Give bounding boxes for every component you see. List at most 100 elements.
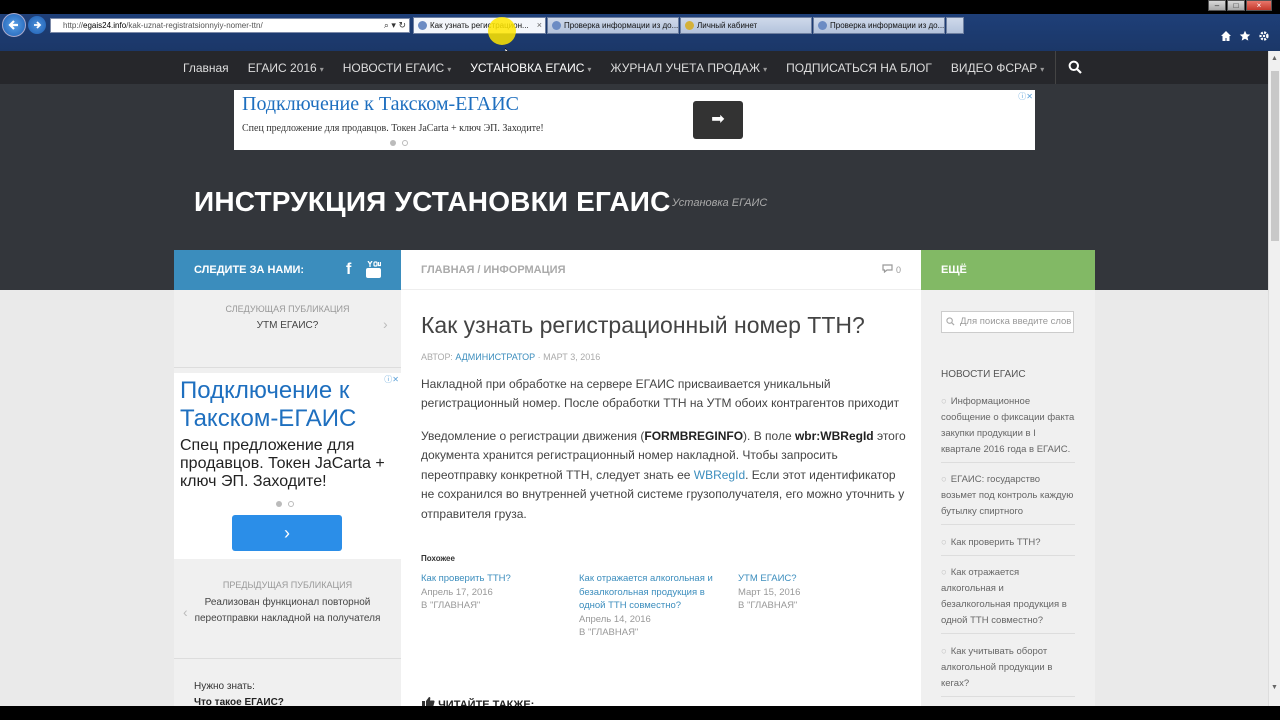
follow-label: СЛЕДИТЕ ЗА НАМИ: xyxy=(194,264,305,276)
tab-4[interactable]: Проверка информации из до... xyxy=(813,17,945,34)
nav-item-egais-2016[interactable]: ЕГАИС 2016 ▾ xyxy=(248,61,324,75)
scroll-thumb[interactable] xyxy=(1271,71,1279,241)
new-tab-button[interactable] xyxy=(946,17,964,34)
window-titlebar: – □ × xyxy=(0,0,1280,14)
ad-dot-active[interactable] xyxy=(390,140,396,146)
address-bar-icons[interactable]: ⌕ ▾ ↻ xyxy=(384,19,406,32)
chevron-left-icon[interactable]: ‹ xyxy=(183,604,188,620)
comments-number: 0 xyxy=(895,265,901,275)
nav-item-news[interactable]: НОВОСТИ ЕГАИС ▾ xyxy=(343,61,452,75)
previous-post[interactable]: ПРЕДЫДУЩАЯ ПУБЛИКАЦИЯ Реализован функцио… xyxy=(174,559,401,659)
breadcrumb-bar: ГЛАВНАЯ / ИНФОРМАЦИЯ 0 xyxy=(401,250,921,290)
para-bold: FORMBREGINFO xyxy=(644,429,744,443)
tab-2[interactable]: Проверка информации из до... xyxy=(547,17,679,34)
related-category: В "ГЛАВНАЯ" xyxy=(579,627,639,638)
nav-item-video[interactable]: ВИДЕО ФСРАР ▾ xyxy=(951,61,1044,75)
maximize-button[interactable]: □ xyxy=(1227,0,1245,11)
ad-arrow-button[interactable]: ➡ xyxy=(693,101,743,139)
site-navigation: Главная ЕГАИС 2016 ▾ НОВОСТИ ЕГАИС ▾ УСТАН… xyxy=(0,51,1268,84)
sidebar-search-input[interactable]: Для поиска введите слов xyxy=(941,311,1074,333)
nav-divider xyxy=(1055,51,1056,84)
favorites-star-icon[interactable] xyxy=(1239,30,1251,42)
side-ad-arrow-button[interactable]: › xyxy=(232,515,342,551)
related-link[interactable]: Как проверить ТТН? xyxy=(421,572,561,586)
top-advertisement[interactable]: Подключение к Такском-ЕГАИС Спец предлож… xyxy=(234,90,1035,150)
scroll-down-icon[interactable]: ▼ xyxy=(1271,684,1278,691)
settings-gear-icon[interactable] xyxy=(1258,30,1270,42)
comment-icon xyxy=(882,264,894,274)
prev-post-kicker: ПРЕДЫДУЩАЯ ПУБЛИКАЦИЯ xyxy=(222,580,353,590)
nav-item-sales-journal[interactable]: ЖУРНАЛ УЧЕТА ПРОДАЖ ▾ xyxy=(610,61,767,75)
author-link[interactable]: АДМИНИСТРАТОР xyxy=(455,352,535,362)
side-ad-title[interactable]: Подключение к Такском-ЕГАИС xyxy=(180,377,401,433)
next-post-link[interactable]: УТМ ЕГАИС? xyxy=(194,318,381,334)
related-link[interactable]: УТМ ЕГАИС? xyxy=(738,572,878,586)
favicon-icon xyxy=(685,21,694,30)
related-item: Как отражается алкогольная и безалкоголь… xyxy=(579,572,719,640)
facebook-icon[interactable]: f xyxy=(346,261,351,279)
tab-3[interactable]: Личный кабинет xyxy=(680,17,812,34)
related-date: Апрель 14, 2016 xyxy=(579,613,651,625)
address-bar[interactable]: http://egais24.info/kak-uznat-registrats… xyxy=(50,18,410,33)
nav-item-label: ЕГАИС 2016 xyxy=(247,60,317,75)
adchoices-icon[interactable]: ⓘ✕ xyxy=(384,374,399,385)
related-date: Март 15, 2016 xyxy=(738,586,801,598)
nav-menu: Главная ЕГАИС 2016 ▾ НОВОСТИ ЕГАИС ▾ УСТАН… xyxy=(183,51,1044,84)
page-scrollbar[interactable]: ▲ ▼ xyxy=(1268,51,1280,706)
youtube-icon[interactable] xyxy=(366,261,381,278)
circle-bullet-icon: ○ xyxy=(941,474,947,485)
ad-dot-active[interactable] xyxy=(276,501,282,507)
news-item[interactable]: ○ Как проверить ТТН? xyxy=(941,535,1075,556)
back-button[interactable] xyxy=(2,13,26,37)
nav-item-label: ЖУРНАЛ УЧЕТА ПРОДАЖ xyxy=(610,60,761,75)
prev-post-link[interactable]: Реализован функционал повторной переотпр… xyxy=(194,595,381,627)
search-placeholder: Для поиска введите слов xyxy=(960,316,1072,327)
chevron-right-icon[interactable]: › xyxy=(383,316,388,332)
minimize-button[interactable]: – xyxy=(1208,0,1226,11)
nav-item-label: УСТАНОВКА ЕГАИС xyxy=(470,60,585,75)
related-link[interactable]: Как отражается алкогольная и безалкоголь… xyxy=(579,572,719,613)
news-item[interactable]: ○ Информационное сообщение о фиксации фак… xyxy=(941,394,1075,463)
more-label: ЕЩЁ xyxy=(941,264,967,276)
chevron-down-icon: ▾ xyxy=(447,64,452,74)
tab-active[interactable]: Как узнать регистрацион... × xyxy=(413,17,546,34)
search-icon[interactable] xyxy=(1068,60,1082,74)
breadcrumb[interactable]: ГЛАВНАЯ / ИНФОРМАЦИЯ xyxy=(421,264,565,276)
news-item[interactable]: ○ ЕГАИС: государство возьмет под контроль… xyxy=(941,472,1075,525)
news-item[interactable]: ○ Как учитывать оборот алкогольной продук… xyxy=(941,644,1075,697)
back-arrow-icon xyxy=(8,20,18,30)
tab-close-icon[interactable]: × xyxy=(537,18,542,33)
nav-item-home[interactable]: Главная xyxy=(183,61,229,75)
nav-item-label: ПОДПИСАТЬСЯ НА БЛОГ xyxy=(786,60,932,75)
news-link[interactable]: ЕГАИС: государство возьмет под контроль … xyxy=(941,474,1073,517)
ad-pagination xyxy=(390,140,408,146)
news-link[interactable]: Как учитывать оборот алкогольной продукц… xyxy=(941,646,1052,689)
site-title[interactable]: ИНСТРУКЦИЯ УСТАНОВКИ ЕГАИС xyxy=(194,186,671,218)
news-link[interactable]: Информационное сообщение о фиксации факт… xyxy=(941,396,1074,455)
wbregid-link[interactable]: WBRegId xyxy=(694,468,745,482)
ad-title[interactable]: Подключение к Такском-ЕГАИС xyxy=(242,93,519,116)
circle-bullet-icon: ○ xyxy=(941,567,947,578)
news-link[interactable]: Как отражается алкогольная и безалкоголь… xyxy=(941,567,1067,626)
home-icon[interactable] xyxy=(1220,30,1232,42)
left-sidebar: СЛЕДИТЕ ЗА НАМИ: f СЛЕДУЮЩАЯ ПУБЛИКАЦИЯ … xyxy=(174,250,401,708)
scroll-up-icon[interactable]: ▲ xyxy=(1271,55,1278,62)
nav-item-install[interactable]: УСТАНОВКА ЕГАИС ▾ xyxy=(470,61,591,75)
side-ad-pagination xyxy=(276,501,294,507)
forward-button[interactable] xyxy=(28,16,46,34)
adchoices-icon[interactable]: ⓘ✕ xyxy=(1018,91,1033,102)
more-bar: ЕЩЁ xyxy=(921,250,1095,290)
news-link[interactable]: Как проверить ТТН? xyxy=(951,537,1041,548)
nav-item-subscribe[interactable]: ПОДПИСАТЬСЯ НА БЛОГ xyxy=(786,61,932,75)
ad-dot[interactable] xyxy=(402,140,408,146)
comments-count[interactable]: 0 xyxy=(882,264,901,275)
side-ad-text: Спец предложение для продавцов. Токен Ja… xyxy=(180,437,385,490)
news-item[interactable]: ○ Как отражается алкогольная и безалкогол… xyxy=(941,565,1075,634)
chevron-down-icon: ▾ xyxy=(319,64,324,74)
related-category: В "ГЛАВНАЯ" xyxy=(421,600,481,611)
ad-dot[interactable] xyxy=(288,501,294,507)
close-window-button[interactable]: × xyxy=(1246,0,1272,11)
sidebar-advertisement[interactable]: Подключение к Такском-ЕГАИС Спец предлож… xyxy=(174,373,401,559)
article-column: ГЛАВНАЯ / ИНФОРМАЦИЯ 0 Как узнать регист… xyxy=(401,250,921,711)
next-post[interactable]: СЛЕДУЮЩАЯ ПУБЛИКАЦИЯ УТМ ЕГАИС? › xyxy=(174,290,401,368)
